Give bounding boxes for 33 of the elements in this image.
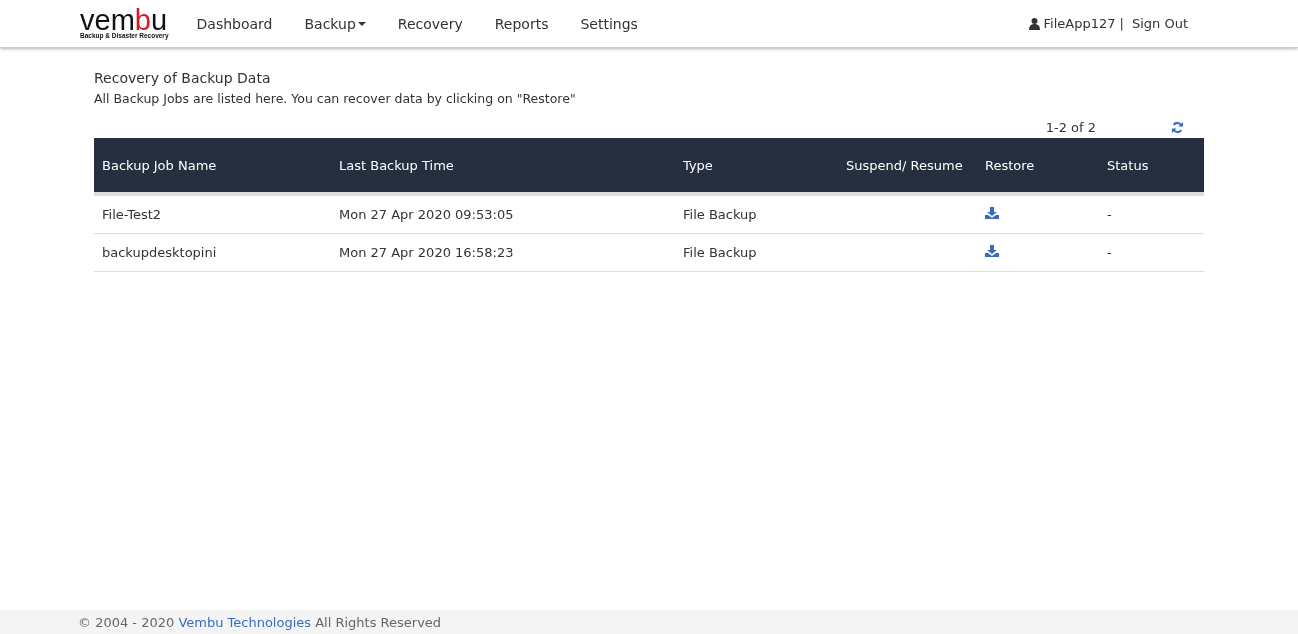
table-cell: File-Test2 bbox=[94, 194, 331, 234]
column-header: Status bbox=[1099, 138, 1204, 194]
caret-icon bbox=[357, 21, 366, 26]
table-cell: File Backup bbox=[675, 233, 838, 272]
download-icon[interactable] bbox=[985, 207, 999, 219]
nav-link[interactable]: Settings bbox=[564, 15, 654, 32]
separator: | bbox=[1119, 16, 1124, 31]
nav-link[interactable]: Reports bbox=[478, 15, 565, 32]
page-description: All Backup Jobs are listed here. You can recover data by clicking on "Restore" bbox=[94, 91, 577, 106]
nav-link[interactable]: Backup bbox=[288, 15, 382, 32]
download-icon[interactable] bbox=[985, 245, 999, 257]
table-cell: File Backup bbox=[675, 194, 838, 234]
column-header: Backup Job Name bbox=[94, 138, 331, 194]
pagination-count: 1-2 of 2 bbox=[1045, 120, 1096, 135]
column-header: Last Backup Time bbox=[331, 138, 675, 194]
page-title: Recovery of Backup Data bbox=[94, 70, 272, 86]
username: FileApp127 bbox=[1043, 16, 1116, 31]
table-cell: backupdesktopini bbox=[94, 233, 331, 272]
table-cell: Mon 27 Apr 2020 09:53:05 bbox=[331, 194, 675, 234]
table-cell: - bbox=[1099, 194, 1204, 234]
user-icon bbox=[1028, 17, 1040, 30]
company-link[interactable]: Vembu Technologies bbox=[178, 614, 312, 630]
column-header: Suspend/ Resume bbox=[838, 138, 977, 194]
column-header: Type bbox=[675, 138, 838, 194]
nav-link[interactable]: Recovery bbox=[381, 15, 479, 32]
nav-link[interactable]: Dashboard bbox=[180, 15, 289, 32]
refresh-icon[interactable] bbox=[1171, 121, 1184, 134]
table-cell: Mon 27 Apr 2020 16:58:23 bbox=[331, 233, 675, 272]
column-header: Restore bbox=[977, 138, 1099, 194]
table-cell: - bbox=[1099, 233, 1204, 272]
copyright-text: © 2004 - 2020 Vembu Technologies All Rights Reserved bbox=[78, 614, 442, 630]
sign-out-link[interactable]: Sign Out bbox=[1131, 16, 1188, 31]
logo-wordmark[interactable]: vembu bbox=[80, 8, 168, 32]
